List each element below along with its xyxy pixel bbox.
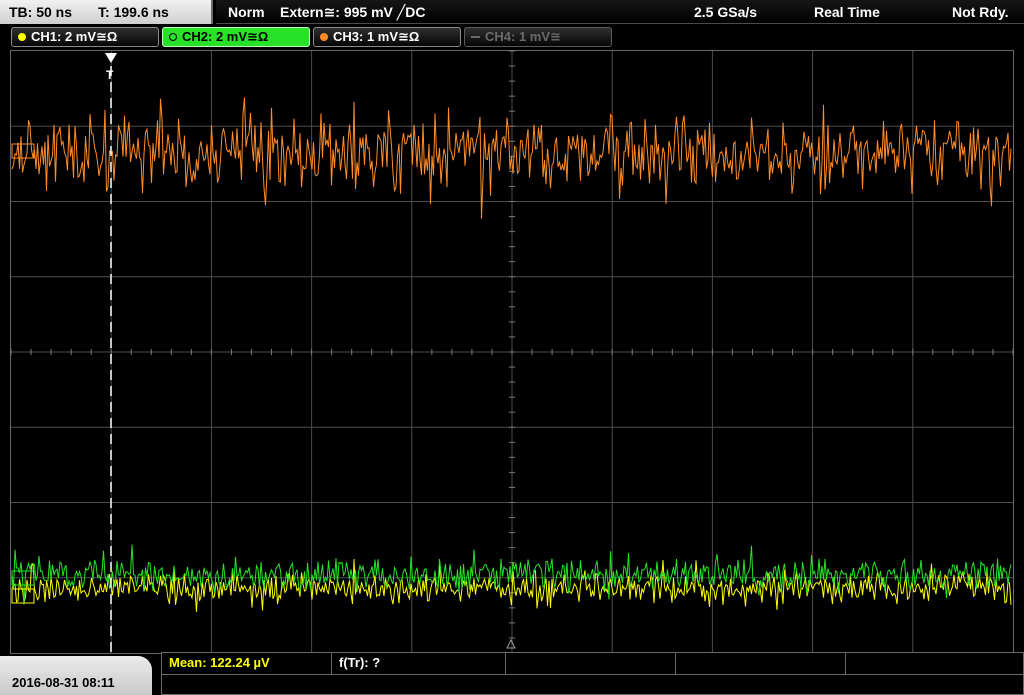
measurement-slot-5[interactable] — [846, 653, 1024, 674]
ch3-ground-marker-icon[interactable] — [11, 143, 35, 159]
trigger-position-arrow-icon[interactable] — [105, 53, 117, 63]
measurement-mean[interactable]: Mean: 122.24 µV — [162, 653, 332, 674]
time-reference-arrow-icon — [506, 638, 516, 649]
measurement-slot-4[interactable] — [676, 653, 846, 674]
measurement-rise-time[interactable]: f(Tr): ? — [332, 653, 506, 674]
measurement-panel: Mean: 122.24 µV f(Tr): ? — [161, 652, 1024, 695]
waveform-display: T — [10, 50, 1014, 654]
oscilloscope-screen: TB: 50 ns T: 199.6 ns Norm Extern≅: 995 … — [0, 0, 1024, 695]
datetime-box[interactable]: 2016-08-31 08:11 — [0, 656, 152, 695]
datetime-label: 2016-08-31 08:11 — [12, 675, 115, 690]
mean-value: Mean: 122.24 µV — [169, 655, 270, 670]
trigger-marker-label: T — [106, 68, 114, 82]
measurement-slot-3[interactable] — [506, 653, 676, 674]
rise-time-value: f(Tr): ? — [339, 655, 381, 670]
measurement-row-2 — [162, 674, 1023, 695]
graticule — [10, 50, 1014, 654]
